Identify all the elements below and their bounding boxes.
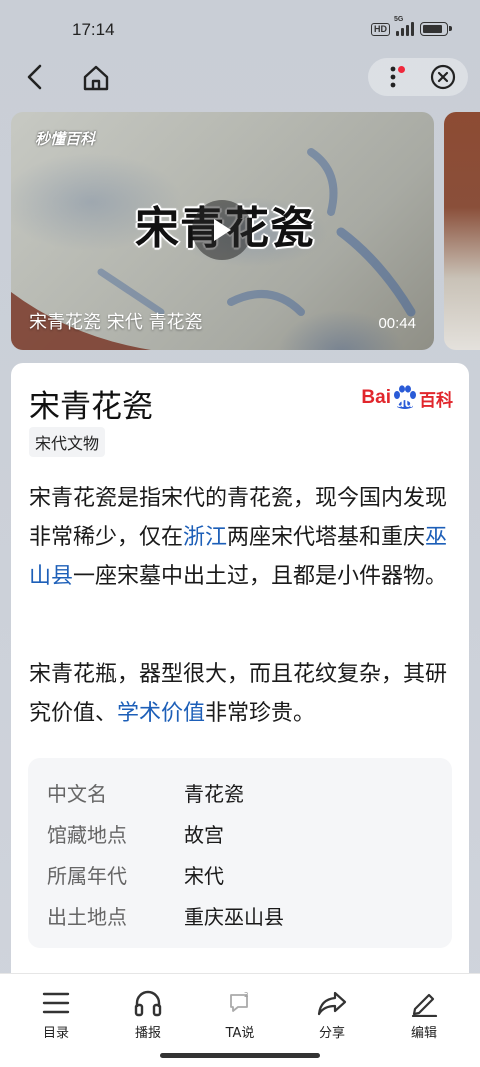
play-button[interactable]: [192, 200, 252, 260]
description-paragraph: 宋青花瓶，器型很大，而且花纹复杂，其研究价值、学术价值非常珍贵。: [29, 655, 459, 733]
info-key: 所属年代: [47, 864, 127, 888]
home-icon: [83, 65, 109, 91]
battery-icon: [420, 22, 452, 36]
article-card: 宋青花瓷 Bai du 百科 宋代文物 宋青花瓷是指宋代的青花瓷，现今国内发现非…: [11, 363, 469, 973]
inline-link[interactable]: 浙江: [183, 525, 227, 550]
signal-icon: 5G: [394, 16, 414, 36]
video-duration: 00:44: [378, 315, 416, 332]
toolbar-item-ta-says[interactable]: 2 TA说: [210, 988, 270, 1041]
hd-icon: HD: [371, 22, 390, 36]
comment-icon: 2: [230, 991, 248, 1012]
back-button[interactable]: [20, 62, 50, 92]
info-value: 故宫: [184, 823, 224, 847]
share-icon: [317, 991, 347, 1016]
info-value: 青花瓷: [184, 782, 244, 806]
info-row: 出土地点 重庆巫山县: [28, 895, 452, 936]
status-time: 17:14: [72, 20, 115, 39]
info-value: 重庆巫山县: [184, 905, 284, 929]
paragraph-text: 非常珍贵。: [205, 701, 316, 726]
paragraph-text: 一座宋墓中出土过，且都是小件器物。: [73, 564, 448, 589]
paragraph-text: 两座宋代塔基和重庆: [227, 525, 426, 550]
home-button[interactable]: [80, 62, 112, 94]
status-icons: HD 5G: [371, 16, 452, 36]
play-icon: [214, 219, 231, 241]
list-icon: [42, 992, 70, 1014]
toolbar-item-contents[interactable]: 目录: [26, 988, 86, 1041]
edit-icon: [411, 993, 438, 1017]
summary-paragraph: 宋青花瓷是指宋代的青花瓷，现今国内发现非常稀少，仅在浙江两座宋代塔基和重庆巫山县…: [29, 479, 459, 596]
toolbar-item-listen[interactable]: 播报: [118, 988, 178, 1041]
more-vertical-icon: [390, 66, 396, 88]
svg-text:2: 2: [244, 991, 248, 999]
baidu-paw-icon: du: [392, 385, 418, 411]
baidu-baike-logo: Bai du 百科: [361, 385, 453, 411]
next-video-card[interactable]: [444, 112, 480, 350]
headphones-icon: [134, 990, 162, 1017]
info-row: 中文名 青花瓷: [28, 772, 452, 813]
nav-bar: [0, 52, 480, 104]
category-tag[interactable]: 宋代文物: [29, 427, 106, 457]
video-carousel: 秒懂百科 宋青花瓷 宋青花瓷 宋代 青花瓷 00:44: [11, 112, 480, 350]
close-circle-icon: [430, 64, 456, 90]
close-button[interactable]: [418, 58, 468, 96]
video-caption: 宋青花瓷 宋代 青花瓷: [29, 312, 203, 333]
info-row: 所属年代 宋代: [28, 854, 452, 895]
info-row: 馆藏地点 故宫: [28, 813, 452, 854]
video-card[interactable]: 秒懂百科 宋青花瓷 宋青花瓷 宋代 青花瓷 00:44: [11, 112, 434, 350]
home-indicator[interactable]: [160, 1053, 320, 1058]
toolbar-item-share[interactable]: 分享: [302, 988, 362, 1041]
more-button[interactable]: [368, 58, 418, 96]
page-title: 宋青花瓷: [29, 389, 153, 425]
info-key: 出土地点: [47, 905, 127, 929]
info-key: 中文名: [47, 782, 107, 806]
mini-program-capsule: [368, 58, 468, 96]
notification-dot: [398, 66, 405, 73]
status-bar: 17:14 HD 5G: [0, 0, 480, 60]
toolbar-item-edit[interactable]: 编辑: [394, 988, 454, 1041]
info-key: 馆藏地点: [47, 823, 127, 847]
info-value: 宋代: [184, 864, 224, 888]
info-box: 中文名 青花瓷 馆藏地点 故宫 所属年代 宋代 出土地点 重庆巫山县: [28, 758, 452, 948]
network-type-label: 5G: [394, 16, 404, 23]
chevron-left-icon: [27, 64, 42, 90]
inline-link[interactable]: 学术价值: [117, 701, 205, 726]
video-logo: 秒懂百科: [35, 130, 96, 148]
